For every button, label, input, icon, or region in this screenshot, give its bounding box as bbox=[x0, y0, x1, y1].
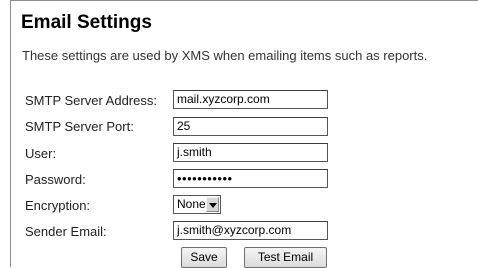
smtp-address-input[interactable]: mail.xyzcorp.com bbox=[173, 90, 328, 109]
smtp-port-label: SMTP Server Port: bbox=[25, 119, 134, 134]
password-input[interactable]: ••••••••••• bbox=[173, 169, 328, 188]
page-description: These settings are used by XMS when emai… bbox=[22, 48, 428, 63]
encryption-label: Encryption: bbox=[25, 198, 91, 213]
smtp-port-input[interactable]: 25 bbox=[173, 117, 328, 136]
user-input[interactable]: j.smith bbox=[173, 143, 328, 162]
user-label: User: bbox=[25, 146, 57, 161]
encryption-select[interactable]: None bbox=[173, 195, 221, 214]
dropdown-button[interactable] bbox=[206, 197, 219, 212]
sender-email-label: Sender Email: bbox=[25, 224, 107, 239]
chevron-down-icon bbox=[209, 203, 217, 208]
sender-email-input[interactable]: j.smith@xyzcorp.com bbox=[173, 221, 328, 240]
page-title: Email Settings bbox=[21, 12, 152, 33]
test-email-button[interactable]: Test Email bbox=[244, 247, 327, 268]
smtp-address-label: SMTP Server Address: bbox=[25, 93, 157, 108]
email-settings-panel: Email Settings These settings are used b… bbox=[10, 0, 478, 268]
password-label: Password: bbox=[25, 172, 86, 187]
save-button[interactable]: Save bbox=[181, 247, 227, 268]
encryption-selected-value: None bbox=[177, 197, 206, 211]
